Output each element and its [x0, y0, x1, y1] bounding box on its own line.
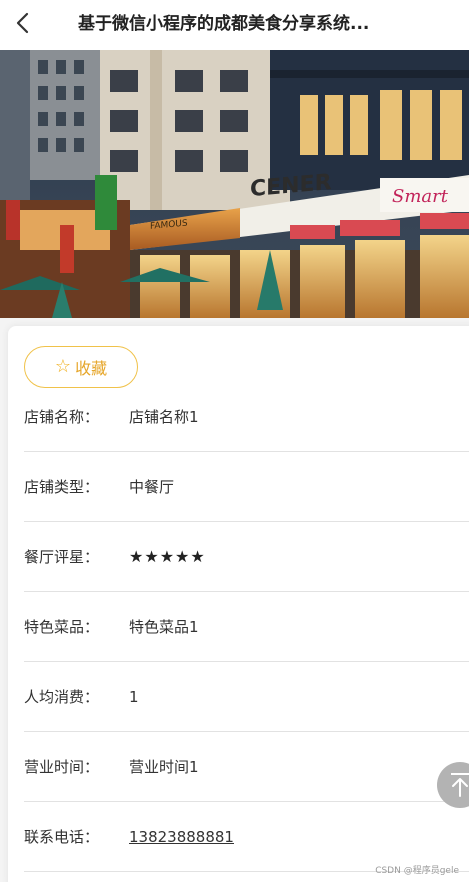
business-hours-value: 营业时间1 — [129, 758, 199, 776]
detail-row-phone: 联系电话： 13823888881 — [24, 802, 469, 872]
watermark: CSDN @程序员gele — [375, 866, 459, 876]
detail-row-business-hours: 营业时间： 营业时间1 — [24, 732, 469, 802]
chevron-left-icon — [16, 12, 29, 34]
arrow-up-icon — [451, 773, 469, 797]
detail-row-featured-dish: 特色菜品： 特色菜品1 — [24, 592, 469, 662]
detail-label: 联系电话： — [24, 828, 100, 846]
detail-row-shop-name: 店铺名称： 店铺名称1 — [24, 382, 469, 452]
shop-type-value: 中餐厅 — [129, 478, 175, 496]
detail-label: 营业时间： — [24, 758, 100, 776]
detail-row-rating: 餐厅评星： ★★★★★ — [24, 522, 469, 592]
svg-text:Smart: Smart — [392, 186, 449, 207]
top-nav-bar: 基于微信小程序的成都美食分享系统... — [0, 0, 469, 50]
back-button[interactable] — [6, 6, 40, 40]
star-outline-icon: ☆ — [54, 356, 72, 377]
phone-link[interactable]: 13823888881 — [129, 802, 234, 871]
rating-stars-value: ★★★★★ — [129, 547, 206, 566]
page-title: 基于微信小程序的成都美食分享系统... — [78, 14, 370, 34]
favorite-label: 收藏 — [75, 359, 108, 378]
detail-label: 特色菜品： — [24, 618, 100, 636]
detail-row-shop-type: 店铺类型： 中餐厅 — [24, 452, 469, 522]
shop-banner-image: CENER FAMOUS Smart — [0, 50, 469, 318]
detail-label: 餐厅评星： — [24, 548, 100, 566]
detail-label: 店铺名称： — [24, 408, 100, 426]
shop-name-value: 店铺名称1 — [129, 408, 199, 426]
detail-label: 人均消费： — [24, 688, 100, 706]
shop-detail-card: ☆ 收藏 店铺名称： 店铺名称1 店铺类型： 中餐厅 餐厅评星： ★★★★★ 特… — [8, 326, 469, 882]
avg-cost-value: 1 — [129, 687, 139, 706]
detail-row-avg-cost: 人均消费： 1 — [24, 662, 469, 732]
detail-label: 店铺类型： — [24, 478, 100, 496]
featured-dish-value: 特色菜品1 — [129, 618, 199, 636]
